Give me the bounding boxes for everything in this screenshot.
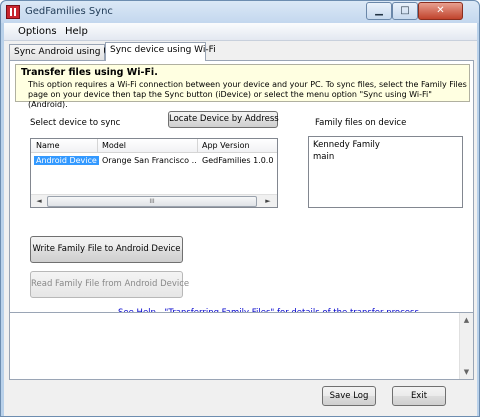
hscroll-thumb[interactable]: III [47, 196, 257, 207]
read-family-file-button[interactable]: Read Family File from Android Device [30, 271, 189, 298]
info-text: This option requires a Wi-Fi connection … [28, 80, 467, 109]
menu-options[interactable]: Options [18, 26, 57, 37]
device-model-cell: Orange San Francisco ... [102, 156, 196, 165]
column-model[interactable]: Model [102, 141, 126, 150]
log-textarea[interactable]: ▲ ▼ [9, 312, 474, 380]
tab-sync-wifi[interactable]: Sync device using Wi-Fi [105, 42, 216, 61]
device-list-hscrollbar[interactable]: ◄ III ► [31, 194, 277, 207]
scroll-left-arrow-icon[interactable]: ◄ [32, 196, 46, 207]
menu-bar: Options Help [4, 23, 477, 41]
menu-help[interactable]: Help [65, 26, 88, 37]
minimize-button[interactable]: ▁ [366, 2, 392, 20]
column-app-version[interactable]: App Version [202, 141, 250, 150]
device-list[interactable]: Name Model App Version Android Device Or… [30, 138, 278, 208]
save-log-button[interactable]: Save Log [322, 386, 376, 406]
title-bar[interactable]: GedFamilies Sync ▁ □ ✕ [1, 1, 479, 23]
write-family-file-button[interactable]: Write Family File to Android Device [30, 236, 183, 263]
wifi-tab-panel: Transfer files using Wi-Fi. This option … [9, 60, 474, 323]
close-button[interactable]: ✕ [418, 2, 463, 20]
client-area: Options Help Sync Android using USB Sync… [4, 23, 477, 416]
select-device-label: Select device to sync [30, 118, 121, 128]
scroll-up-arrow-icon[interactable]: ▲ [460, 314, 473, 326]
locate-device-button[interactable]: Locate Device by Address [168, 111, 279, 128]
window-title: GedFamilies Sync [25, 6, 113, 17]
tab-strip: Sync Android using USB Sync device using… [9, 42, 474, 61]
info-title: Transfer files using Wi-Fi. [21, 67, 158, 78]
device-app-version-cell: GedFamilies 1.0.0 [202, 156, 274, 165]
scroll-down-arrow-icon[interactable]: ▼ [460, 366, 473, 378]
family-file-item[interactable]: main [313, 152, 334, 162]
maximize-button[interactable]: □ [392, 2, 418, 20]
family-files-list[interactable]: Kennedy Family main [308, 136, 463, 208]
tab-sync-android-usb[interactable]: Sync Android using USB [9, 44, 122, 60]
device-row[interactable]: Android Device Orange San Francisco ... … [31, 155, 277, 168]
family-file-item[interactable]: Kennedy Family [313, 140, 380, 150]
info-box: Transfer files using Wi-Fi. This option … [15, 64, 470, 109]
family-files-label: Family files on device [315, 118, 407, 128]
device-list-header: Name Model App Version [31, 139, 277, 153]
device-name-cell: Android Device [34, 156, 99, 165]
log-vscrollbar[interactable]: ▲ ▼ [459, 313, 473, 379]
exit-button[interactable]: Exit [392, 386, 446, 406]
column-name[interactable]: Name [36, 141, 60, 150]
app-window: GedFamilies Sync ▁ □ ✕ Options Help Sync… [0, 0, 480, 417]
gedfamilies-app-icon [6, 5, 20, 19]
scroll-right-arrow-icon[interactable]: ► [261, 196, 275, 207]
